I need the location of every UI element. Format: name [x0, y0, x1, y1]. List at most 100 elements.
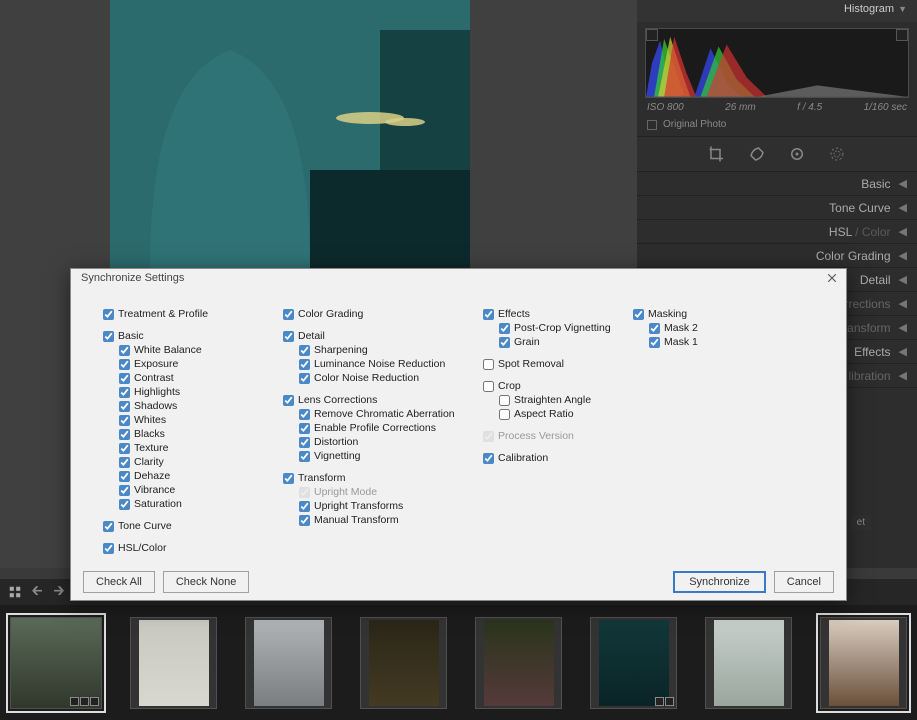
grid-view-icon[interactable]	[8, 585, 22, 599]
chk-luminance-nr[interactable]: Luminance Noise Reduction	[299, 357, 483, 371]
histogram-metadata: ISO 800 26 mm f / 4.5 1/160 sec	[637, 102, 917, 115]
histogram-graph	[646, 29, 908, 97]
cancel-button[interactable]: Cancel	[774, 571, 834, 593]
heal-tool-icon[interactable]	[748, 145, 766, 163]
chevron-left-icon: ◀	[899, 321, 907, 334]
chevron-left-icon: ◀	[899, 297, 907, 310]
chk-contrast[interactable]: Contrast	[119, 371, 273, 385]
panel-label-hsl: HSL	[829, 225, 852, 239]
chk-saturation[interactable]: Saturation	[119, 497, 273, 511]
chk-upright-mode: Upright Mode	[299, 485, 483, 499]
chk-distortion[interactable]: Distortion	[299, 435, 483, 449]
chk-shadows[interactable]: Shadows	[119, 399, 273, 413]
dialog-footer: Check All Check None Synchronize Cancel	[71, 564, 846, 600]
chevron-left-icon: ◀	[899, 273, 907, 286]
chk-texture[interactable]: Texture	[119, 441, 273, 455]
chk-spot-removal[interactable]: Spot Removal	[483, 357, 633, 371]
dialog-body: Treatment & Profile Basic White Balance …	[71, 291, 846, 566]
thumbnail[interactable]	[10, 617, 102, 709]
check-all-button[interactable]: Check All	[83, 571, 155, 593]
dialog-title: Synchronize Settings	[81, 272, 184, 284]
chk-enable-profile[interactable]: Enable Profile Corrections	[299, 421, 483, 435]
next-photo-icon[interactable]: 🡲	[52, 580, 66, 604]
panel-label: libration	[849, 369, 891, 383]
chk-remove-ca[interactable]: Remove Chromatic Aberration	[299, 407, 483, 421]
thumbnail[interactable]	[475, 617, 562, 709]
thumbnail[interactable]	[820, 617, 907, 709]
histogram-display[interactable]	[645, 28, 909, 98]
chk-calibration[interactable]: Calibration	[483, 451, 633, 465]
chk-post-crop-vignetting[interactable]: Post-Crop Vignetting	[499, 321, 633, 335]
chevron-left-icon: ◀	[899, 225, 907, 238]
dialog-column-1: Treatment & Profile Basic White Balance …	[103, 307, 273, 555]
chk-clarity[interactable]: Clarity	[119, 455, 273, 469]
preset-label-fragment: et	[851, 515, 871, 530]
chk-sharpening[interactable]: Sharpening	[299, 343, 483, 357]
panel-color-grading[interactable]: Color Grading◀	[637, 244, 917, 268]
thumbnail[interactable]	[245, 617, 332, 709]
chk-basic[interactable]: Basic	[103, 329, 273, 343]
tool-strip	[637, 137, 917, 172]
chk-straighten-angle[interactable]: Straighten Angle	[499, 393, 633, 407]
chk-process-version: Process Version	[483, 429, 633, 443]
chk-mask-2[interactable]: Mask 2	[649, 321, 773, 335]
chk-transform[interactable]: Transform	[283, 471, 483, 485]
filmstrip[interactable]	[0, 605, 917, 720]
chk-grain[interactable]: Grain	[499, 335, 633, 349]
dialog-header: Synchronize Settings	[71, 269, 846, 291]
dialog-column-3: Effects Post-Crop Vignetting Grain Spot …	[483, 307, 633, 465]
chk-whites[interactable]: Whites	[119, 413, 273, 427]
chk-color-grading[interactable]: Color Grading	[283, 307, 483, 321]
panel-tone-curve[interactable]: Tone Curve◀	[637, 196, 917, 220]
chk-exposure[interactable]: Exposure	[119, 357, 273, 371]
chk-detail[interactable]: Detail	[283, 329, 483, 343]
meta-shutter: 1/160 sec	[864, 102, 907, 113]
histogram-title: Histogram	[844, 3, 894, 15]
thumbnail[interactable]	[130, 617, 217, 709]
chk-lens-corrections[interactable]: Lens Corrections	[283, 393, 483, 407]
close-button[interactable]	[824, 272, 840, 288]
chk-hsl-color[interactable]: HSL/Color	[103, 541, 273, 555]
mask-tool-icon[interactable]	[828, 145, 846, 163]
chevron-left-icon: ◀	[899, 369, 907, 382]
panel-label: ransform	[843, 321, 890, 335]
panel-basic[interactable]: Basic◀	[637, 172, 917, 196]
synchronize-button[interactable]: Synchronize	[673, 571, 766, 593]
original-photo-row[interactable]: Original Photo	[637, 115, 917, 137]
chk-treatment-profile[interactable]: Treatment & Profile	[103, 307, 273, 321]
panel-label: Effects	[854, 345, 890, 359]
meta-aperture: f / 4.5	[797, 102, 822, 113]
chevron-left-icon: ◀	[899, 345, 907, 358]
thumbnail[interactable]	[360, 617, 447, 709]
chk-crop[interactable]: Crop	[483, 379, 633, 393]
chk-mask-1[interactable]: Mask 1	[649, 335, 773, 349]
check-none-button[interactable]: Check None	[163, 571, 250, 593]
panel-label: Tone Curve	[829, 201, 890, 215]
chk-manual-transform[interactable]: Manual Transform	[299, 513, 483, 527]
chk-vibrance[interactable]: Vibrance	[119, 483, 273, 497]
chk-highlights[interactable]: Highlights	[119, 385, 273, 399]
prev-photo-icon[interactable]: 🡰	[30, 580, 44, 604]
chk-upright-transforms[interactable]: Upright Transforms	[299, 499, 483, 513]
chk-tone-curve[interactable]: Tone Curve	[103, 519, 273, 533]
original-photo-checkbox[interactable]	[647, 120, 657, 130]
chk-blacks[interactable]: Blacks	[119, 427, 273, 441]
synchronize-settings-dialog: Synchronize Settings Treatment & Profile…	[70, 268, 847, 601]
chk-aspect-ratio[interactable]: Aspect Ratio	[499, 407, 633, 421]
chk-effects[interactable]: Effects	[483, 307, 633, 321]
original-photo-label: Original Photo	[663, 119, 726, 130]
panel-label-color: Color	[862, 225, 891, 239]
redeye-tool-icon[interactable]	[788, 145, 806, 163]
panel-hsl-color[interactable]: HSL / Color◀	[637, 220, 917, 244]
chk-color-nr[interactable]: Color Noise Reduction	[299, 371, 483, 385]
photo-preview[interactable]	[110, 0, 470, 268]
chk-masking[interactable]: Masking	[633, 307, 773, 321]
dialog-column-2: Color Grading Detail Sharpening Luminanc…	[283, 307, 483, 527]
crop-tool-icon[interactable]	[708, 145, 726, 163]
chk-dehaze[interactable]: Dehaze	[119, 469, 273, 483]
chk-vignetting[interactable]: Vignetting	[299, 449, 483, 463]
thumbnail[interactable]	[705, 617, 792, 709]
chk-white-balance[interactable]: White Balance	[119, 343, 273, 357]
thumbnail[interactable]	[590, 617, 677, 709]
histogram-panel-header[interactable]: Histogram▼	[637, 0, 917, 22]
